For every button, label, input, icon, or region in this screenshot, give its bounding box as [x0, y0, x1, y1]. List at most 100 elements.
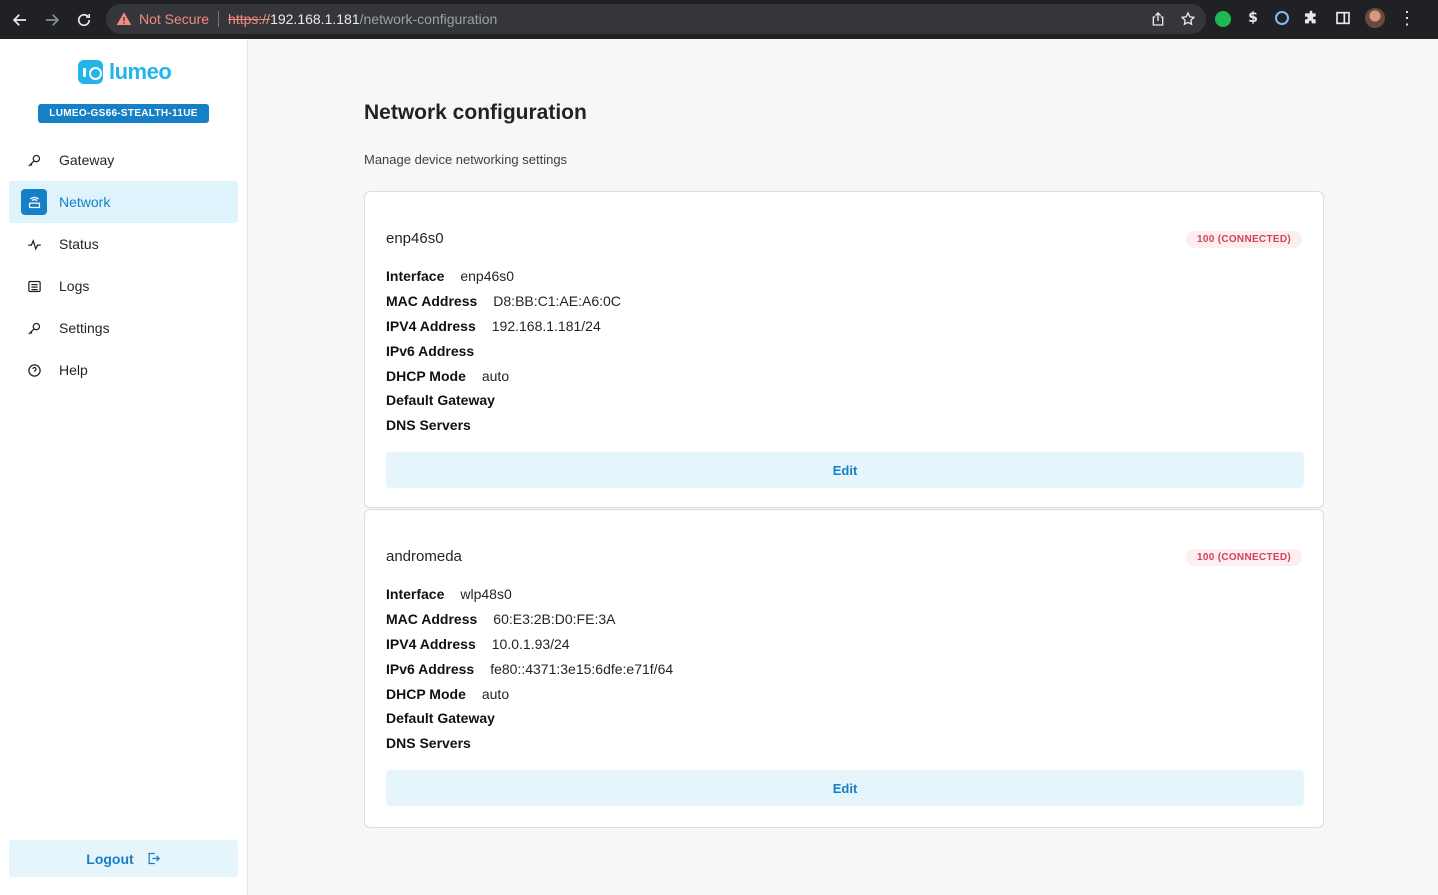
page-title: Network configuration	[364, 101, 587, 124]
field-value: fe80::4371:3e15:6dfe:e71f/64	[490, 660, 674, 677]
field-key: Default Gateway	[386, 710, 495, 727]
field-value: auto	[481, 367, 510, 384]
arrow-right-icon	[46, 13, 60, 26]
wrench-icon	[25, 151, 43, 169]
field-ipv4-address: IPV4 Address 10.0.1.93/24	[386, 632, 673, 657]
field-value: enp46s0	[460, 268, 515, 285]
list-icon	[25, 277, 43, 295]
sidebar-item-label: Status	[59, 236, 99, 252]
device-name-badge: LUMEO-GS66-STEALTH-11UE	[38, 104, 209, 123]
sidebar-item-label: Settings	[59, 320, 110, 336]
field-key: DNS Servers	[386, 417, 471, 434]
sidebar: lumeo LUMEO-GS66-STEALTH-11UE Gateway Ne…	[0, 39, 248, 895]
help-circle-icon	[25, 361, 43, 379]
extension-dollar-icon[interactable]: $	[1243, 8, 1263, 28]
status-badge: 100 (CONNECTED)	[1186, 231, 1302, 248]
wrench-icon	[25, 319, 43, 337]
sidebar-item-label: Network	[59, 194, 111, 210]
field-dns-servers: DNS Servers	[386, 731, 673, 756]
sidebar-item-help[interactable]: Help	[9, 349, 238, 391]
field-key: Interface	[386, 586, 445, 603]
side-panel-icon[interactable]	[1333, 8, 1353, 28]
security-indicator[interactable]: Not Secure	[116, 11, 209, 27]
field-key: DNS Servers	[386, 735, 471, 752]
connection-card-andromeda: andromeda 100 (CONNECTED) Interface wlp48…	[364, 509, 1324, 828]
field-default-gateway: Default Gateway	[386, 706, 673, 731]
field-ipv6-address: IPv6 Address fe80::4371:3e15:6dfe:e71f/64	[386, 656, 673, 681]
field-value: wlp48s0	[460, 586, 512, 603]
page-subtitle: Manage device networking settings	[364, 152, 568, 167]
pulse-icon	[25, 235, 43, 253]
sidebar-item-status[interactable]: Status	[9, 223, 238, 265]
forward-button[interactable]	[36, 4, 68, 36]
field-value: 192.168.1.181/24	[491, 317, 601, 334]
field-key: IPv6 Address	[386, 660, 475, 677]
field-ipv6-address: IPv6 Address	[386, 338, 621, 363]
edit-button[interactable]: Edit	[386, 770, 1304, 806]
browser-toolbar: Not Secure https://192.168.1.181/network…	[0, 0, 1438, 39]
share-icon[interactable]	[1150, 11, 1166, 27]
url-host: 192.168.1.181	[270, 11, 360, 27]
logo-text: lumeo	[109, 59, 172, 84]
logout-icon	[148, 852, 160, 865]
extensions-puzzle-icon[interactable]	[1301, 8, 1321, 28]
sidebar-item-label: Logs	[59, 278, 90, 294]
address-bar[interactable]: Not Secure https://192.168.1.181/network…	[106, 4, 1206, 34]
field-interface: Interface enp46s0	[386, 264, 621, 289]
connection-details: Interface enp46s0 MAC Address D8:BB:C1:AE:…	[386, 264, 621, 438]
main-content: Network configuration Manage device netw…	[249, 39, 1438, 895]
security-label: Not Secure	[139, 11, 210, 27]
lumeo-logo[interactable]: lumeo	[78, 59, 172, 85]
field-mac-address: MAC Address 60:E3:2B:D0:FE:3A	[386, 607, 673, 632]
field-key: IPv6 Address	[386, 342, 475, 359]
field-key: IPV4 Address	[386, 635, 476, 652]
field-value: 60:E3:2B:D0:FE:3A	[493, 611, 616, 628]
field-ipv4-address: IPV4 Address 192.168.1.181/24	[386, 314, 621, 339]
field-key: MAC Address	[386, 611, 478, 628]
field-mac-address: MAC Address D8:BB:C1:AE:A6:0C	[386, 289, 621, 314]
connection-name: andromeda	[386, 548, 462, 565]
browser-menu-icon[interactable]: ⋮	[1397, 8, 1417, 28]
logout-button[interactable]: Logout	[9, 840, 238, 877]
edit-button[interactable]: Edit	[386, 452, 1304, 488]
field-value: 10.0.1.93/24	[491, 635, 570, 652]
extension-green-icon[interactable]	[1215, 11, 1231, 27]
omnibox-divider	[218, 11, 220, 27]
reload-icon	[77, 13, 91, 26]
back-button[interactable]	[4, 4, 36, 36]
field-dhcp-mode: DHCP Mode auto	[386, 363, 621, 388]
field-key: DHCP Mode	[386, 367, 466, 384]
url-text[interactable]: https://192.168.1.181/network-configurat…	[228, 11, 497, 27]
field-key: IPV4 Address	[386, 317, 476, 334]
url-path: /network-configuration	[359, 11, 498, 27]
field-key: Interface	[386, 268, 445, 285]
extension-blue-icon[interactable]	[1275, 11, 1289, 25]
field-key: DHCP Mode	[386, 685, 466, 702]
sidebar-item-logs[interactable]: Logs	[9, 265, 238, 307]
lumeo-logo-icon	[78, 60, 103, 84]
sidebar-item-network[interactable]: Network	[9, 181, 238, 223]
star-icon[interactable]	[1180, 11, 1196, 27]
field-interface: Interface wlp48s0	[386, 582, 673, 607]
status-badge: 100 (CONNECTED)	[1186, 549, 1302, 566]
sidebar-item-gateway[interactable]: Gateway	[9, 139, 238, 181]
connection-card-enp46s0: enp46s0 100 (CONNECTED) Interface enp46s0…	[364, 191, 1324, 508]
field-dhcp-mode: DHCP Mode auto	[386, 681, 673, 706]
reload-button[interactable]	[68, 4, 100, 36]
arrow-left-icon	[12, 13, 26, 26]
field-key: MAC Address	[386, 293, 478, 310]
warning-icon	[116, 12, 132, 25]
field-dns-servers: DNS Servers	[386, 413, 621, 438]
connection-name: enp46s0	[386, 230, 444, 247]
connection-details: Interface wlp48s0 MAC Address 60:E3:2B:D0:…	[386, 582, 673, 756]
logout-label: Logout	[86, 850, 134, 867]
field-default-gateway: Default Gateway	[386, 388, 621, 413]
sidebar-item-label: Help	[59, 362, 88, 378]
sidebar-item-settings[interactable]: Settings	[9, 307, 238, 349]
field-key: Default Gateway	[386, 392, 495, 409]
profile-avatar[interactable]	[1365, 8, 1385, 28]
field-value: D8:BB:C1:AE:A6:0C	[493, 293, 621, 310]
url-scheme: https://	[228, 11, 271, 27]
sidebar-menu: Gateway Network Status Logs Settings Hel…	[9, 139, 238, 391]
field-value: auto	[481, 685, 510, 702]
